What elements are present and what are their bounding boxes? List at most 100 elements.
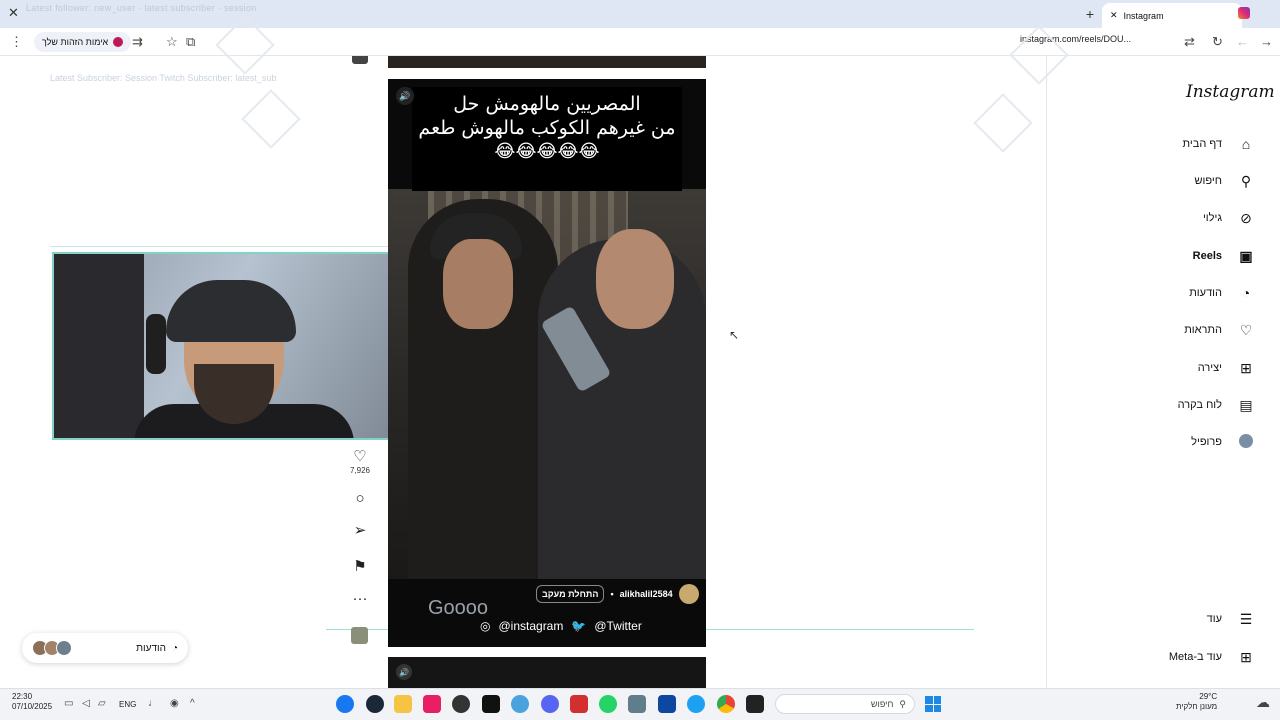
stream-subscriber-text: Latest Subscriber: Session Twitch Subscr… [50,73,277,83]
sidebar-item-more[interactable]: ☰ עוד [1207,607,1256,631]
compass-icon: ⊘ [1240,209,1252,226]
weather-widget[interactable]: 29°C מעונן חלקית [1176,692,1217,712]
sidebar-item-label: הודעות [1189,287,1222,299]
social-instagram: @instagram [498,619,564,633]
sidebar-item-label: עוד ב-Meta [1168,651,1222,663]
messages-pill[interactable]: הודעות ◔ [22,633,188,663]
reel-caption: المصريين مالهومش حل من غيرهم الكوكب ماله… [412,87,682,191]
clock-time: 22:30 [12,692,33,701]
next-reel-preview[interactable]: 🔊 [388,657,706,688]
sidebar-item-explore[interactable]: ⊘ גילוי [1203,206,1256,230]
sidebar-item-label: דף הבית [1182,138,1222,150]
weather-icon: ☁ [1256,694,1270,710]
calculator-icon[interactable] [628,695,646,713]
star-icon[interactable]: ☆ [166,34,178,50]
volume-icon[interactable]: ◁ [82,698,90,709]
privacy-label: אימות הזהות שלך [42,37,109,47]
file-explorer-icon[interactable] [394,695,412,713]
app-icon[interactable] [423,695,441,713]
sidebar-item-reels[interactable]: ▣ Reels [1193,244,1256,268]
discord-icon[interactable] [541,695,559,713]
share-icon[interactable]: ➢ [350,521,370,539]
tray-app-icon[interactable]: ◉ [170,698,179,709]
search-icon: ⚲ [1240,172,1252,189]
messenger-icon: ◔ [1241,285,1251,301]
taskbar-clock[interactable]: 22:30 07/10/2025 [12,692,52,712]
avatar [1236,433,1256,451]
sidebar-divider [1046,56,1047,688]
sidebar-item-profile[interactable]: פרופיל [1191,430,1256,454]
owner-username[interactable]: alikhalil2584 [620,589,673,599]
language-indicator[interactable]: ENG [119,700,136,709]
avatar [56,640,72,656]
app-icon[interactable] [452,695,470,713]
menu-dots-icon[interactable]: ⋮ [10,34,23,50]
owner-dot: • [610,589,614,599]
dashboard-icon: ▤ [1239,396,1253,413]
read-aloud-icon[interactable]: ⇉ [132,34,143,50]
audio-avatar[interactable] [351,627,368,644]
extension-icon[interactable]: ⧉ [186,34,195,50]
sidebar-item-label: חיפוש [1194,175,1222,187]
previous-reel-preview[interactable] [388,56,706,68]
instagram-logo[interactable]: Instagram [1186,82,1275,102]
comment-icon[interactable]: ○ [350,490,370,507]
app-icon[interactable] [570,695,588,713]
taskbar-search[interactable]: חיפוש ⚲ [775,694,915,714]
tiktok-icon[interactable] [482,695,500,713]
app-icon[interactable] [511,695,529,713]
owner-avatar[interactable] [678,584,699,604]
reel-scene-image [388,189,706,579]
follow-button[interactable]: התחלת מעקב [536,585,605,603]
sidebar-item-label: עוד [1206,613,1222,625]
sidebar-item-messages[interactable]: ◔ הודעות [1189,281,1256,305]
edge-icon[interactable] [687,695,705,713]
sidebar-item-home[interactable]: ⌂ דף הבית [1183,132,1256,156]
chevron-up-icon[interactable]: ^ [190,698,195,709]
overlay-dotted-line [50,246,390,247]
facebook-icon[interactable] [336,695,354,713]
search-placeholder: חיפוש [870,699,894,709]
search-icon: ⚲ [899,698,906,709]
notification-icon[interactable]: ▭ [64,698,73,709]
like-icon[interactable]: ♡ [350,447,370,465]
sidebar-item-notifications[interactable]: ♡ התראות [1184,318,1256,342]
mute-icon[interactable]: 🔊 [396,664,412,680]
previous-reel-avatar[interactable] [352,56,368,64]
sidebar-item-label: יצירה [1197,362,1222,374]
steam-icon[interactable] [366,695,384,713]
more-options-icon[interactable]: ··· [350,590,370,607]
forward-icon[interactable]: ← [1236,34,1249,49]
microphone-icon[interactable]: ♩ [148,698,158,709]
tab-search-icon[interactable]: ⇄ [1184,34,1195,50]
sidebar-item-create[interactable]: ⊞ יצירה [1198,356,1256,380]
wifi-icon[interactable]: ▱ [98,698,106,709]
reload-icon[interactable]: ↻ [1212,34,1223,50]
app-icon[interactable] [658,695,676,713]
grid-icon: ⊞ [1240,648,1252,665]
sidebar-item-search[interactable]: ⚲ חיפוש [1195,169,1256,193]
weather-temp: 29°C [1199,692,1218,701]
sidebar-item-label: התראות [1184,324,1222,336]
app-icon[interactable] [746,695,764,713]
save-icon[interactable]: ⚑ [350,557,370,575]
whatsapp-icon[interactable] [599,695,617,713]
close-tab-icon[interactable]: ✕ [1110,10,1118,21]
reel-video[interactable]: المصريين مالهومش حل من غيرهم الكوكب ماله… [388,79,706,647]
mute-icon[interactable]: 🔊 [396,87,414,105]
browser-tab-instagram[interactable]: ✕ Instagram [1102,3,1242,28]
stream-social-bar: ◎ @instagram 🐦 @Twitter [480,619,642,633]
back-icon[interactable]: → [1260,34,1273,49]
windows-start-icon[interactable] [925,696,941,712]
sidebar-item-meta[interactable]: ⊞ עוד ב-Meta [1169,645,1256,669]
caption-line: المصريين مالهومش حل [453,93,641,115]
chrome-icon[interactable] [717,695,735,713]
close-icon[interactable]: ✕ [8,5,19,21]
privacy-pill[interactable]: אימות הזהות שלך [34,32,132,52]
sidebar-item-label: גילוי [1202,212,1222,224]
new-tab-button[interactable]: + [1086,6,1094,22]
instagram-icon: ◎ [480,619,491,633]
sidebar-item-dashboard[interactable]: ▤ לוח בקרה [1178,393,1256,417]
caption-emoji-line: 😂😂😂😂😂 [494,141,600,162]
hamburger-icon: ☰ [1239,610,1253,627]
